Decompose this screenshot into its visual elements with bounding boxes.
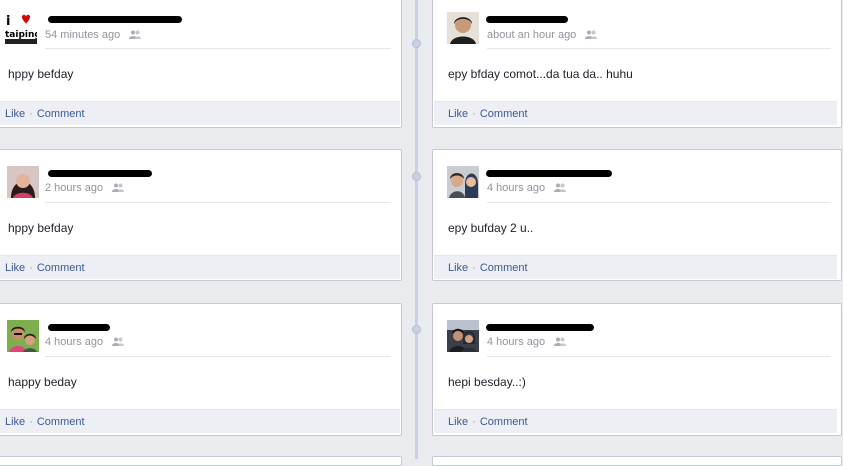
avatar[interactable] xyxy=(447,320,479,352)
post-message: hepi besday..:) xyxy=(448,375,526,389)
redacted-name[interactable] xyxy=(48,170,152,177)
post-actions: Like · Comment xyxy=(434,101,837,125)
post-card: about an hour ago epy bfday comot...da t… xyxy=(432,0,842,128)
friends-icon xyxy=(554,337,567,346)
post-message: epy bfday comot...da tua da.. huhu xyxy=(448,67,633,81)
svg-text:taiping: taiping xyxy=(5,30,37,40)
post-meta: 2 hours ago xyxy=(45,182,125,194)
post-meta: 4 hours ago xyxy=(45,336,125,348)
post-card: 4 hours ago happy beday Like · Comment xyxy=(0,303,402,436)
action-separator: · xyxy=(29,108,33,120)
post-actions: Like · Comment xyxy=(0,255,400,279)
post-card: 2 hours ago hppy befday Like · Comment xyxy=(0,149,402,281)
redacted-name[interactable] xyxy=(48,16,182,23)
timestamp[interactable]: 4 hours ago xyxy=(487,182,545,194)
like-link[interactable]: Like xyxy=(5,262,25,274)
post-meta: 54 minutes ago xyxy=(45,29,142,41)
friends-icon xyxy=(554,183,567,192)
comment-link[interactable]: Comment xyxy=(480,416,528,428)
card-arrow xyxy=(395,324,401,337)
timeline-dot xyxy=(412,172,421,181)
timestamp[interactable]: 2 hours ago xyxy=(45,182,103,194)
like-link[interactable]: Like xyxy=(448,108,468,120)
comment-link[interactable]: Comment xyxy=(480,108,528,120)
divider xyxy=(487,356,831,357)
card-arrow xyxy=(433,324,439,337)
like-link[interactable]: Like xyxy=(448,262,468,274)
svg-text:i: i xyxy=(6,14,10,29)
friends-icon xyxy=(585,30,598,39)
redacted-name[interactable] xyxy=(48,324,110,331)
friends-icon xyxy=(112,337,125,346)
action-separator: · xyxy=(29,416,33,428)
like-link[interactable]: Like xyxy=(5,108,25,120)
post-message: happy beday xyxy=(8,375,77,389)
avatar[interactable] xyxy=(7,166,39,198)
post-actions: Like · Comment xyxy=(0,409,400,433)
comment-link[interactable]: Comment xyxy=(37,416,85,428)
post-actions: Like · Comment xyxy=(434,409,837,433)
post-card: 4 hours ago epy bufday 2 u.. Like · Commen… xyxy=(432,149,842,281)
timestamp[interactable]: 4 hours ago xyxy=(45,336,103,348)
post-message: epy bufday 2 u.. xyxy=(448,221,534,235)
post-meta: about an hour ago xyxy=(487,29,598,41)
divider xyxy=(45,48,391,49)
like-link[interactable]: Like xyxy=(5,416,25,428)
i-heart-taiping-logo: i taiping xyxy=(5,14,41,44)
timeline-spine xyxy=(415,0,418,459)
timeline-dot xyxy=(412,39,421,48)
timestamp[interactable]: about an hour ago xyxy=(487,29,576,41)
divider xyxy=(45,202,391,203)
couple-photo xyxy=(447,166,479,198)
redacted-name[interactable] xyxy=(486,170,612,177)
redacted-name[interactable] xyxy=(486,16,568,23)
timestamp[interactable]: 54 minutes ago xyxy=(45,29,120,41)
couple-photo xyxy=(7,320,39,352)
post-meta: 4 hours ago xyxy=(487,336,567,348)
post-card-partial xyxy=(432,456,842,466)
redacted-name[interactable] xyxy=(486,324,594,331)
action-separator: · xyxy=(472,416,476,428)
divider xyxy=(487,48,831,49)
action-separator: · xyxy=(472,108,476,120)
avatar[interactable] xyxy=(447,12,479,44)
post-actions: Like · Comment xyxy=(0,101,400,125)
friends-icon xyxy=(129,30,142,39)
divider xyxy=(45,356,391,357)
action-separator: · xyxy=(472,262,476,274)
friends-icon xyxy=(112,183,125,192)
card-arrow xyxy=(433,18,439,31)
card-arrow xyxy=(395,170,401,183)
comment-link[interactable]: Comment xyxy=(37,262,85,274)
card-arrow xyxy=(433,170,439,183)
timeline-dot xyxy=(412,325,421,334)
avatar[interactable]: i taiping xyxy=(5,12,41,44)
divider xyxy=(487,202,831,203)
post-meta: 4 hours ago xyxy=(487,182,567,194)
like-link[interactable]: Like xyxy=(448,416,468,428)
couple-photo xyxy=(447,320,479,352)
post-actions: Like · Comment xyxy=(434,255,837,279)
post-card: 4 hours ago hepi besday..:) Like · Comment xyxy=(432,303,842,436)
avatar[interactable] xyxy=(7,320,39,352)
timestamp[interactable]: 4 hours ago xyxy=(487,336,545,348)
card-arrow xyxy=(395,18,401,31)
avatar[interactable] xyxy=(447,166,479,198)
post-card: i taiping 54 minutes ago hppy befday Lik… xyxy=(0,0,402,128)
post-message: hppy befday xyxy=(8,67,74,81)
heart-icon xyxy=(22,14,30,24)
post-message: hppy befday xyxy=(8,221,74,235)
person-photo xyxy=(447,12,479,44)
post-card-partial xyxy=(0,456,402,466)
person-photo xyxy=(7,166,39,198)
comment-link[interactable]: Comment xyxy=(480,262,528,274)
action-separator: · xyxy=(29,262,33,274)
comment-link[interactable]: Comment xyxy=(37,108,85,120)
